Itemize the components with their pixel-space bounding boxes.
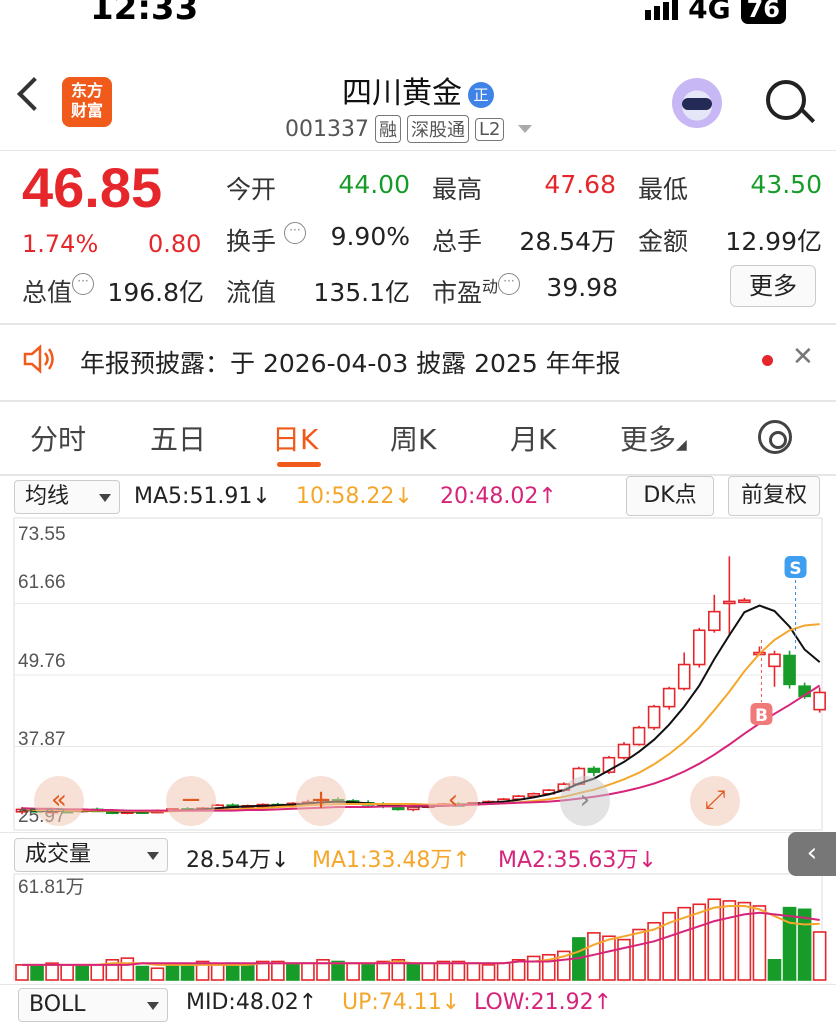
volume-bar (812, 931, 827, 981)
volume-bar (767, 959, 782, 981)
volume-bar (602, 935, 616, 981)
volume-bar (120, 957, 135, 981)
volume-ma2: MA2:35.63万↓ (498, 848, 657, 873)
volume-bar (526, 955, 541, 981)
candle-body (692, 629, 706, 666)
zoom-in-icon[interactable]: + (296, 776, 346, 826)
volume-bar (135, 965, 150, 981)
volume-bar (75, 965, 89, 981)
candle-body (813, 691, 826, 711)
volume-bar (361, 964, 375, 981)
volume-bar (617, 938, 631, 981)
volume-bar (30, 965, 44, 981)
volume-bar (481, 964, 496, 981)
candlestick-series (15, 556, 826, 815)
volume-y-tick: 61.81万 (18, 877, 85, 898)
candle-body (738, 599, 751, 604)
volume-selector-label: 成交量 (25, 842, 92, 867)
boll-up: UP:74.11↓ (342, 990, 461, 1015)
collapse-panel-icon[interactable]: ‹ (788, 832, 836, 876)
chevron-down-icon (147, 852, 159, 860)
volume-bar (632, 928, 646, 981)
volume-bar (286, 964, 300, 981)
y-tick-1: 73.55 (18, 524, 66, 545)
indicator-select-volume[interactable]: 成交量 (14, 838, 168, 872)
candle-body (647, 705, 661, 729)
volume-bar (692, 903, 707, 981)
volume-bar (752, 905, 767, 981)
sell-marker-label: S (789, 559, 801, 579)
candle-body (662, 687, 676, 708)
volume-bar (496, 962, 511, 981)
scroll-left-fast-icon[interactable]: « (34, 776, 84, 826)
buy-marker-label: B (755, 706, 768, 726)
volume-bar (782, 906, 797, 981)
y-tick-4: 37.87 (18, 729, 66, 750)
y-tick-2: 61.66 (18, 572, 66, 593)
candle-body (617, 743, 631, 759)
volume-bar (436, 960, 451, 981)
boll-selector-label: BOLL (29, 992, 86, 1017)
volume-bar (60, 964, 74, 981)
volume-bar (271, 960, 285, 981)
scroll-right-icon[interactable]: › (560, 776, 610, 826)
volume-bar (301, 962, 315, 981)
volume-ma1: MA1:33.48万↑ (312, 848, 471, 873)
volume-bar (451, 960, 466, 981)
volume-bar (466, 962, 481, 981)
candle-body (768, 653, 781, 668)
volume-bar (210, 964, 225, 981)
volume-bar (150, 967, 165, 981)
candle-body (587, 767, 601, 773)
candle-body (783, 654, 796, 686)
volume-value: 28.54万↓ (186, 848, 290, 873)
volume-bar (165, 964, 180, 981)
volume-bar (406, 964, 421, 981)
boll-low: LOW:21.92↑ (474, 990, 613, 1015)
boll-mid: MID:48.02↑ (186, 990, 318, 1015)
volume-bar (90, 964, 105, 981)
divider (0, 984, 836, 985)
candle-body (677, 663, 691, 690)
chevron-down-icon (147, 1002, 159, 1010)
volume-bar (331, 960, 345, 981)
volume-bar (180, 965, 195, 981)
fullscreen-icon[interactable]: ⤢ (690, 776, 740, 826)
scroll-left-icon[interactable]: ‹ (428, 776, 478, 826)
volume-bar (797, 908, 812, 981)
volume-bar (346, 962, 360, 981)
divider (0, 832, 836, 833)
volume-bar (376, 960, 391, 981)
zoom-out-icon[interactable]: − (166, 776, 216, 826)
indicator-select-boll[interactable]: BOLL (18, 988, 168, 1022)
volume-bar (421, 962, 436, 981)
volume-bar (722, 900, 737, 981)
volume-bar (15, 964, 29, 981)
candle-body (723, 600, 736, 605)
volume-bar (707, 898, 722, 981)
y-tick-3: 49.76 (18, 651, 66, 672)
volume-bar (240, 964, 255, 981)
candle-body (632, 726, 646, 746)
candle-body (707, 610, 721, 632)
